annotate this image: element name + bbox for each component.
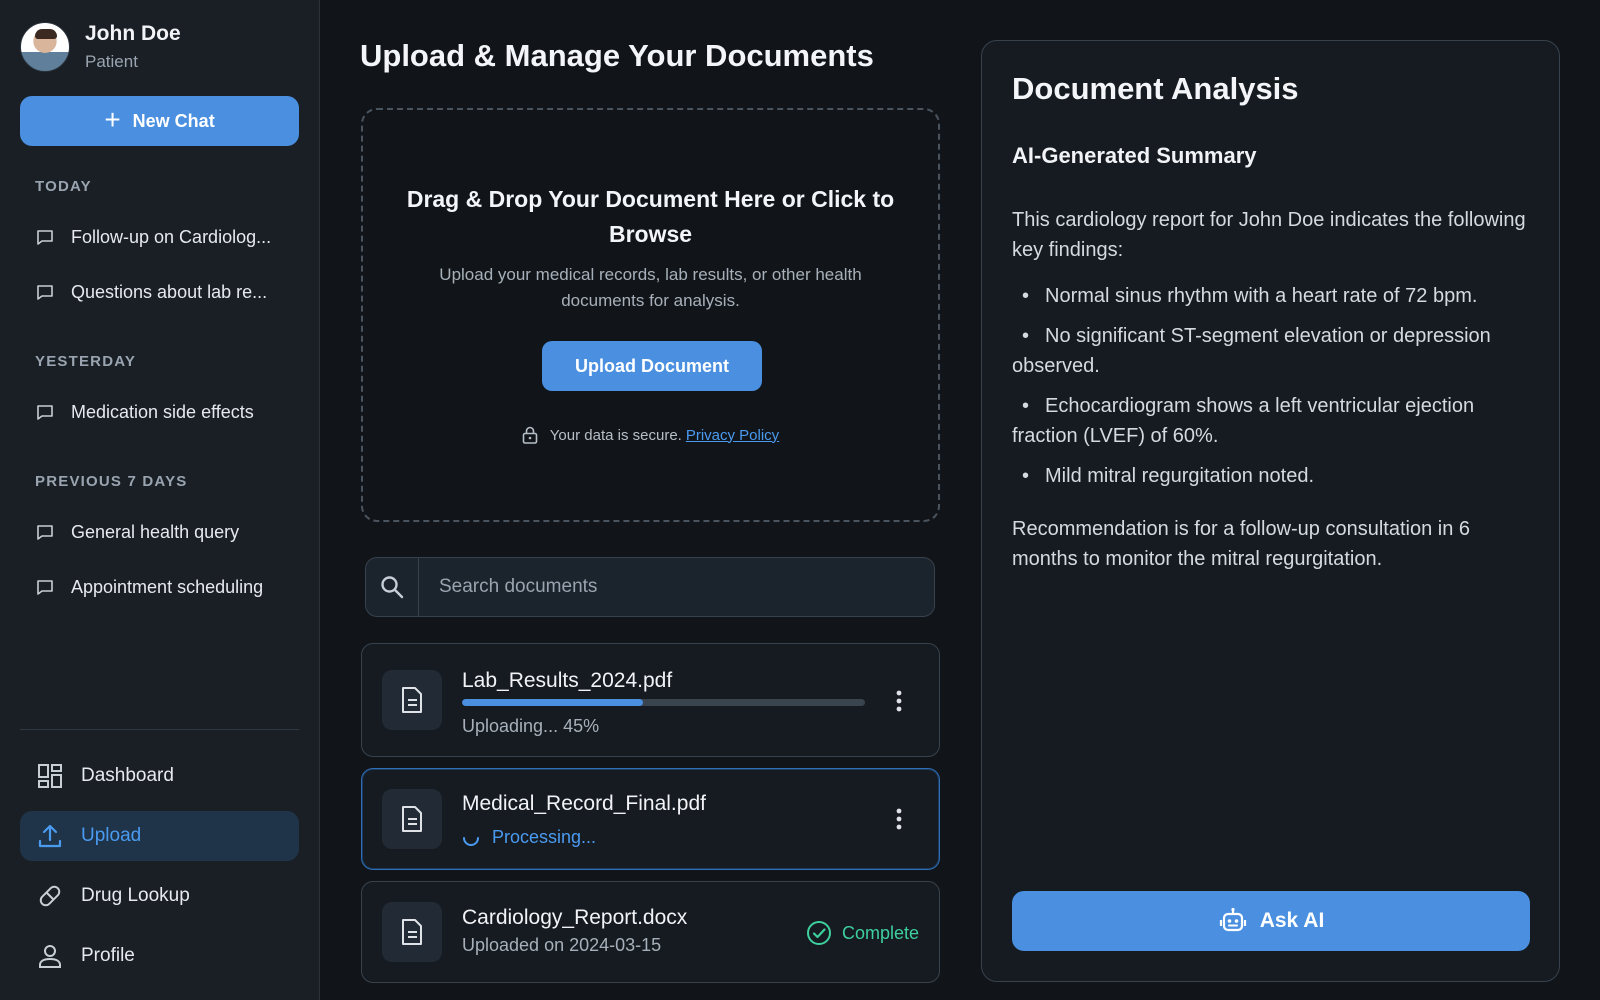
nav-item-drug-lookup[interactable]: Drug Lookup bbox=[20, 871, 299, 921]
page-title: Upload & Manage Your Documents bbox=[360, 38, 874, 73]
more-options-icon[interactable] bbox=[889, 805, 909, 833]
nav-label: Dashboard bbox=[81, 765, 174, 786]
finding-item: Normal sinus rhythm with a heart rate of… bbox=[1012, 281, 1529, 311]
person-icon bbox=[39, 945, 61, 968]
nav-item-dashboard[interactable]: Dashboard bbox=[20, 751, 299, 801]
section-label-previous-7-days: PREVIOUS 7 DAYS bbox=[35, 473, 188, 490]
chat-bubble-icon bbox=[37, 229, 53, 245]
chat-bubble-icon bbox=[37, 284, 53, 300]
nav-item-profile[interactable]: Profile bbox=[20, 931, 299, 981]
secure-text: Your data is secure. bbox=[549, 426, 682, 444]
summary-intro: This cardiology report for John Doe indi… bbox=[1012, 209, 1526, 261]
security-note: Your data is secure. Privacy Policy bbox=[363, 426, 938, 444]
chat-item-label: Appointment scheduling bbox=[71, 577, 264, 597]
search-icon bbox=[381, 576, 404, 599]
avatar bbox=[20, 22, 70, 72]
processing-status: Processing... bbox=[462, 827, 596, 848]
lock-icon bbox=[522, 426, 538, 444]
document-icon bbox=[402, 806, 422, 832]
chat-bubble-icon bbox=[37, 579, 53, 595]
file-card[interactable]: Lab_Results_2024.pdf Uploading... 45% bbox=[361, 643, 940, 757]
upload-document-button[interactable]: Upload Document bbox=[542, 341, 762, 391]
upload-progress-bar bbox=[462, 699, 865, 706]
user-role: Patient bbox=[85, 52, 138, 71]
file-name: Lab_Results_2024.pdf bbox=[462, 669, 673, 692]
search-input[interactable] bbox=[419, 558, 934, 616]
document-icon bbox=[402, 687, 422, 713]
chat-bubble-icon bbox=[37, 524, 53, 540]
more-options-icon[interactable] bbox=[889, 687, 909, 715]
nav-label: Profile bbox=[81, 945, 135, 966]
processing-text: Processing... bbox=[492, 827, 597, 847]
chat-item[interactable]: Medication side effects bbox=[35, 402, 295, 423]
file-name: Medical_Record_Final.pdf bbox=[462, 792, 706, 815]
ask-ai-button[interactable]: Ask AI bbox=[1012, 891, 1530, 951]
user-profile[interactable]: John Doe Patient bbox=[20, 22, 181, 72]
nav-label: Drug Lookup bbox=[81, 885, 190, 906]
document-analysis-panel: Document Analysis AI-Generated Summary T… bbox=[981, 40, 1560, 982]
user-name: John Doe bbox=[85, 22, 181, 45]
chat-item[interactable]: Questions about lab re... bbox=[35, 282, 295, 303]
document-icon bbox=[402, 919, 422, 945]
sidebar: John Doe Patient + New Chat TODAY Follow… bbox=[0, 0, 320, 1000]
check-circle-icon bbox=[806, 921, 831, 945]
chat-item[interactable]: General health query bbox=[35, 522, 295, 543]
finding-item: Mild mitral regurgitation noted. bbox=[1012, 461, 1529, 491]
nav-item-upload[interactable]: Upload bbox=[20, 811, 299, 861]
file-card[interactable]: Cardiology_Report.docx Uploaded on 2024-… bbox=[361, 881, 940, 983]
search-bar bbox=[365, 557, 935, 617]
robot-icon bbox=[1219, 907, 1246, 932]
dashboard-icon bbox=[38, 764, 62, 788]
new-chat-button[interactable]: + New Chat bbox=[20, 96, 299, 146]
chat-item-label: Follow-up on Cardiolog... bbox=[71, 227, 272, 247]
upload-icon bbox=[38, 824, 62, 848]
dropzone-title: Drag & Drop Your Document Here or Click … bbox=[406, 186, 895, 247]
privacy-policy-link[interactable]: Privacy Policy bbox=[686, 427, 779, 444]
chat-item[interactable]: Appointment scheduling bbox=[35, 577, 295, 598]
sidebar-divider bbox=[20, 729, 299, 730]
complete-badge: Complete bbox=[806, 920, 919, 946]
finding-item: Echocardiogram shows a left ventricular … bbox=[1012, 391, 1529, 451]
file-name: Cardiology_Report.docx bbox=[462, 906, 688, 929]
complete-label: Complete bbox=[841, 922, 919, 943]
chat-item-label: Medication side effects bbox=[71, 402, 254, 422]
recommendation-text: Recommendation is for a follow-up consul… bbox=[1012, 518, 1471, 570]
pill-icon bbox=[39, 885, 61, 907]
spinner-icon bbox=[463, 836, 479, 846]
panel-title: Document Analysis bbox=[1012, 71, 1299, 106]
findings-list: Normal sinus rhythm with a heart rate of… bbox=[1012, 281, 1529, 501]
chat-bubble-icon bbox=[37, 404, 53, 420]
chat-item-label: Questions about lab re... bbox=[71, 282, 268, 302]
ask-ai-label: Ask AI bbox=[1259, 909, 1325, 932]
chat-item-label: General health query bbox=[71, 522, 240, 542]
section-label-today: TODAY bbox=[35, 178, 92, 195]
new-chat-label: New Chat bbox=[132, 110, 215, 131]
section-label-yesterday: YESTERDAY bbox=[35, 353, 137, 370]
upload-progress-fill bbox=[462, 699, 644, 706]
file-status: Uploading... 45% bbox=[462, 716, 600, 736]
plus-icon: + bbox=[104, 103, 121, 135]
chat-item[interactable]: Follow-up on Cardiolog... bbox=[35, 227, 295, 248]
dropzone[interactable]: Drag & Drop Your Document Here or Click … bbox=[361, 108, 940, 522]
panel-subtitle: AI-Generated Summary bbox=[1012, 143, 1257, 168]
file-upload-date: Uploaded on 2024-03-15 bbox=[462, 935, 662, 955]
file-card[interactable]: Medical_Record_Final.pdf Processing... bbox=[361, 768, 940, 870]
dropzone-subtitle: Upload your medical records, lab results… bbox=[439, 265, 862, 310]
finding-item: No significant ST-segment elevation or d… bbox=[1012, 321, 1529, 381]
nav-label: Upload bbox=[81, 825, 142, 846]
